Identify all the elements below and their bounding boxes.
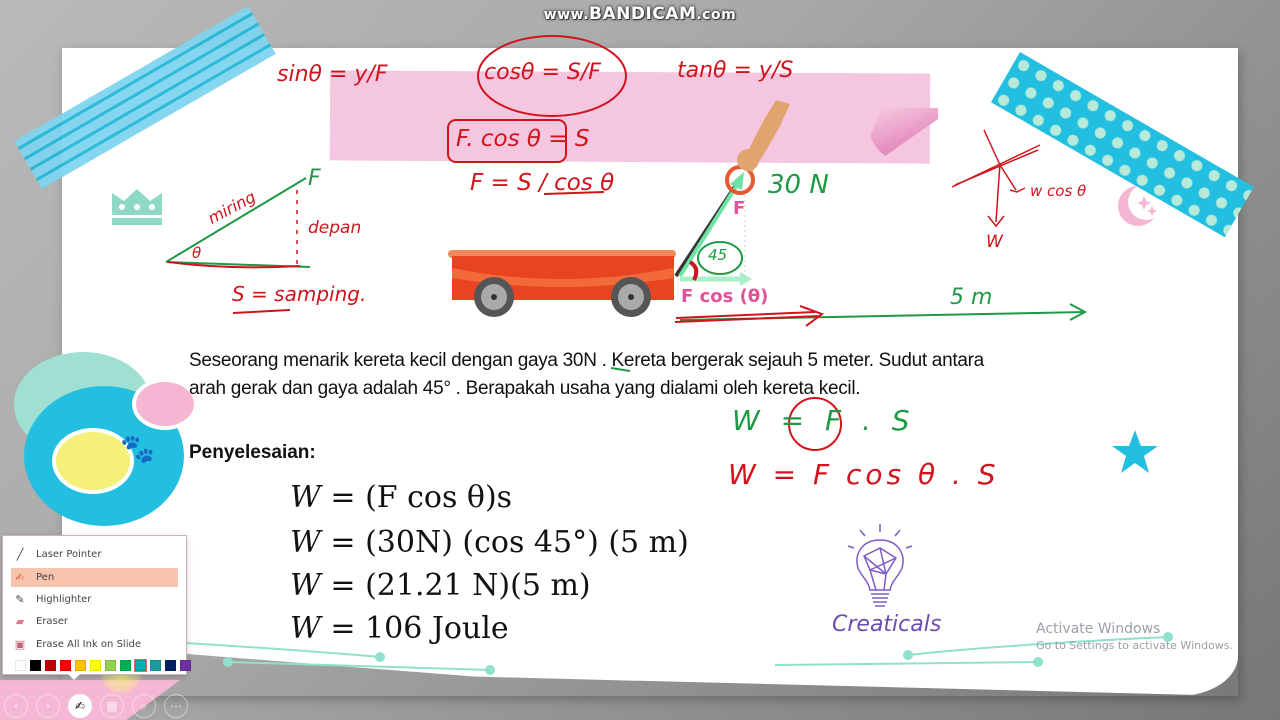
color-swatch[interactable] <box>120 660 131 671</box>
bandicam-watermark: www.BANDICAM.com <box>543 4 737 24</box>
ink-work-formula-1: W = F . S <box>732 404 916 437</box>
activate-windows-title: Activate Windows <box>1036 621 1161 637</box>
menu-item-label: Eraser <box>36 616 69 627</box>
color-swatch[interactable] <box>90 660 101 671</box>
pen-tools-button[interactable]: ✍ <box>68 694 92 718</box>
equation-1: W = (F cos θ)s <box>290 480 513 515</box>
star-icon <box>1112 430 1158 473</box>
slides-grid-icon: ▦ <box>106 699 118 713</box>
highlighter-icon: ✎ <box>15 593 25 606</box>
lightbulb-logo-icon <box>847 524 913 607</box>
menu-item-label: Pen <box>36 572 55 583</box>
moon-icon <box>1118 186 1157 226</box>
menu-pointer <box>66 672 82 680</box>
ink-work-formula-2: W = F cos θ . S <box>728 458 1000 491</box>
menu-item-highlighter[interactable]: ✎ Highlighter <box>11 590 178 609</box>
color-swatch[interactable] <box>150 660 161 671</box>
pen-icon: ✍ <box>15 571 25 584</box>
more-options-button[interactable]: ⋯ <box>164 694 188 718</box>
pen-icon: ✍ <box>74 699 86 713</box>
ink-triangle-depan: depan <box>308 218 362 238</box>
ink-triangle-samping: S = samping. <box>232 282 367 306</box>
next-slide-button[interactable]: › <box>36 694 60 718</box>
color-swatch[interactable] <box>180 660 191 671</box>
menu-item-laser-pointer[interactable]: ╱ Laser Pointer <box>11 545 178 564</box>
force-label: F <box>733 198 746 219</box>
erase-all-icon: ▣ <box>14 638 26 651</box>
color-swatch[interactable] <box>60 660 71 671</box>
equation-4: W = 106 Joule <box>290 611 509 646</box>
ink-distance-value: 5 m <box>950 285 993 310</box>
menu-item-eraser[interactable]: ▰ Eraser <box>11 612 178 631</box>
paw-icon: 🐾 <box>120 433 155 464</box>
color-swatch[interactable] <box>30 660 41 671</box>
ink-cos-formula: cosθ = S/F <box>484 60 601 85</box>
zoom-button[interactable]: ⌕ <box>132 694 156 718</box>
magnifier-icon: ⌕ <box>140 698 148 713</box>
ellipsis-icon: ⋯ <box>170 699 182 713</box>
crown-icon <box>112 189 162 225</box>
problem-statement: Seseorang menarik kereta kecil dengan ga… <box>189 350 984 399</box>
equation-2: W = (30N) (cos 45°) (5 m) <box>290 525 689 560</box>
previous-slide-button[interactable]: ‹ <box>4 694 28 718</box>
ink-sin-formula: sinθ = y/F <box>277 62 388 87</box>
menu-item-label: Highlighter <box>36 594 92 605</box>
slideshow-toolbar: ‹ › ✍ ▦ ⌕ ⋯ <box>4 694 188 718</box>
color-swatch[interactable] <box>75 660 86 671</box>
pink-banner-decoration <box>329 70 931 164</box>
ink-f-formula: F = S / cos θ <box>470 170 615 196</box>
ink-triangle-F: F <box>308 166 321 191</box>
ink-tools-menu: ╱ Laser Pointer ✍ Pen ✎ Highlighter ▰ Eraser… <box>2 535 191 675</box>
menu-item-pen[interactable]: ✍ Pen <box>11 568 178 587</box>
menu-item-label: Laser Pointer <box>36 549 102 560</box>
ink-force-value: 30 N <box>768 170 829 200</box>
color-swatch[interactable] <box>105 660 116 671</box>
creaticals-logo-text: Creaticals <box>832 612 942 637</box>
eraser-icon: ▰ <box>15 615 25 628</box>
equation-3: W = (21.21 N)(5 m) <box>290 568 591 603</box>
color-swatch[interactable] <box>165 660 176 671</box>
chevron-left-icon: ‹ <box>13 699 19 713</box>
color-swatch[interactable] <box>15 660 26 671</box>
ink-fcos-formula: F. cos θ = S <box>456 126 590 152</box>
chevron-right-icon: › <box>45 699 51 713</box>
ink-weight-component: w cos θ <box>1030 182 1087 200</box>
color-palette <box>15 659 191 672</box>
solution-heading: Penyelesaian: <box>189 442 316 463</box>
force-component-label: F cos (θ) <box>681 286 769 307</box>
laser-pointer-icon: ╱ <box>16 548 24 561</box>
ink-weight: W <box>986 232 1003 252</box>
ink-tan-formula: tanθ = y/S <box>677 58 794 83</box>
color-swatch[interactable] <box>134 659 147 672</box>
activate-windows-notice: Activate Windows Go to Settings to activ… <box>1036 621 1233 652</box>
menu-item-erase-all[interactable]: ▣ Erase All Ink on Slide <box>11 635 178 654</box>
menu-item-label: Erase All Ink on Slide <box>36 639 141 650</box>
color-swatch[interactable] <box>45 660 56 671</box>
ink-triangle-theta: θ <box>192 244 202 262</box>
activate-windows-subtitle: Go to Settings to activate Windows. <box>1036 639 1234 652</box>
see-all-slides-button[interactable]: ▦ <box>100 694 124 718</box>
ink-angle-value: 45 <box>708 246 728 264</box>
